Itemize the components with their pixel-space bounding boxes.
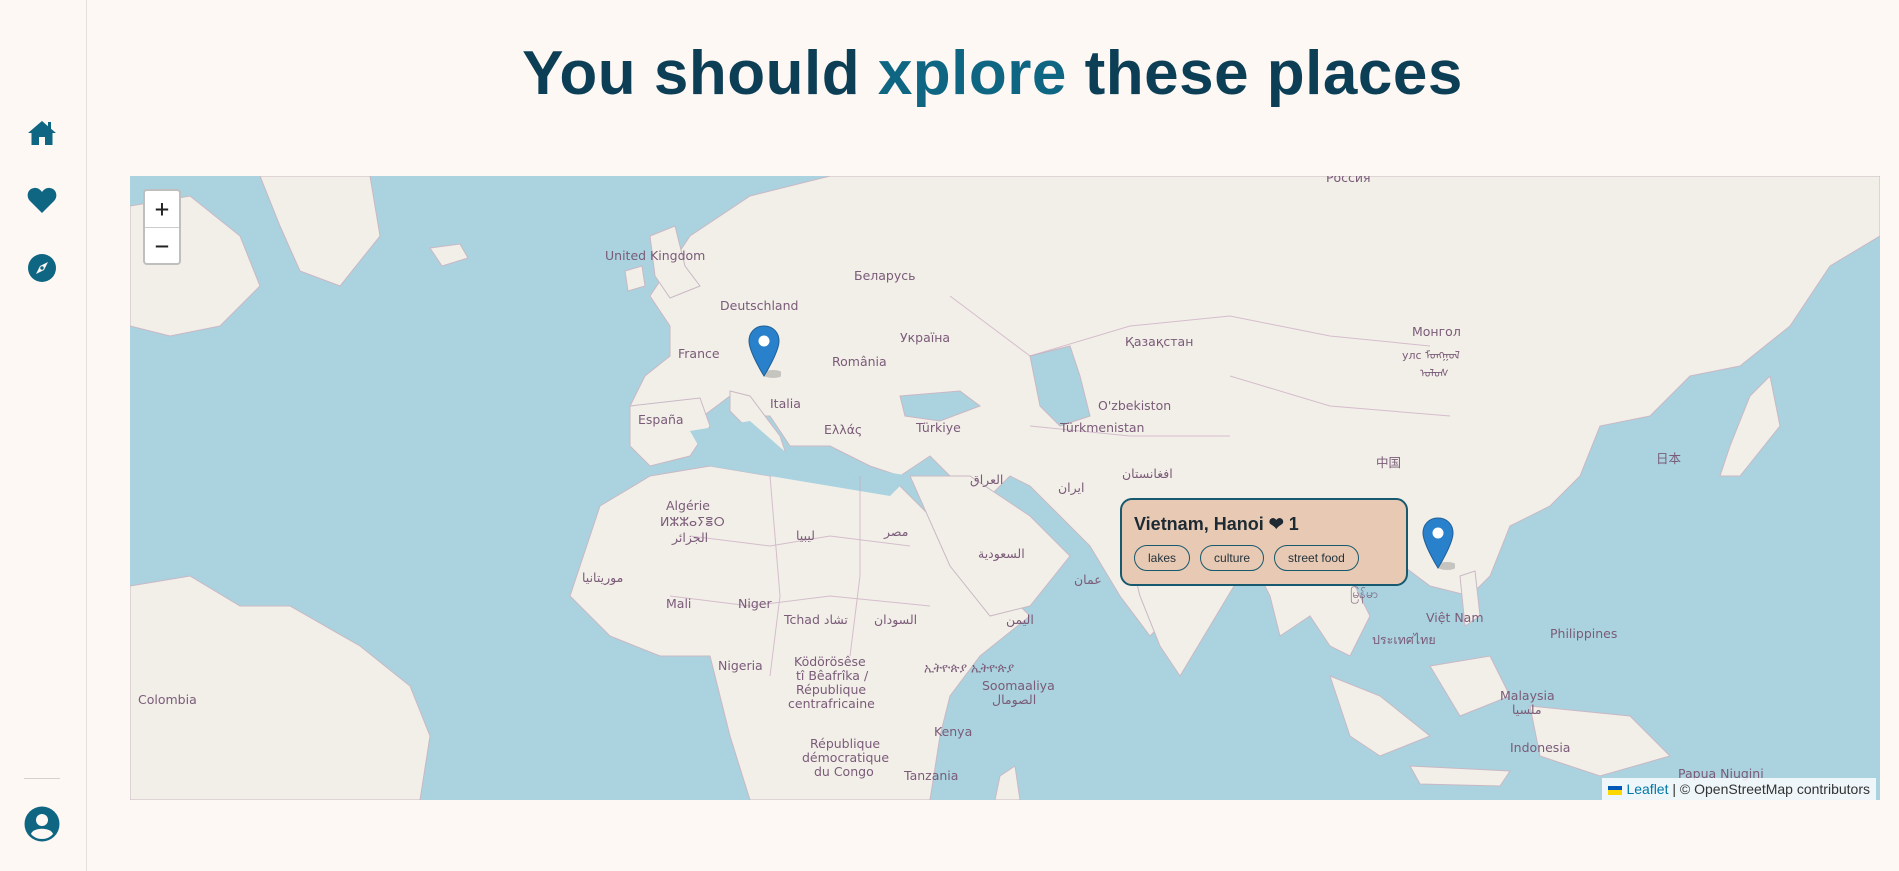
zoom-in-button[interactable]: +	[145, 191, 179, 228]
map-label: Ködörösêse	[794, 654, 866, 669]
map-label: Malaysia	[1500, 688, 1555, 703]
map-label: O'zbekiston	[1098, 398, 1172, 413]
sidebar-item-home[interactable]	[24, 115, 60, 151]
map-label: موريتانيا	[582, 570, 624, 585]
title-accent-word: xplore	[877, 39, 1067, 108]
world-map[interactable]: United Kingdom Deutschland Беларусь Fran…	[130, 176, 1880, 800]
map-label: Tchad تشاد	[784, 612, 848, 627]
sidebar-item-profile[interactable]	[23, 805, 61, 843]
map-label: 中国	[1376, 455, 1402, 470]
map-label: Algérie	[666, 498, 710, 513]
sidebar-divider	[24, 778, 60, 779]
map-label: tî Bêafrîka /	[796, 668, 869, 683]
map-label: United Kingdom	[605, 248, 706, 263]
zoom-control: + −	[143, 189, 181, 265]
map-label: ประเทศไทย	[1372, 632, 1436, 647]
tag-chip[interactable]: lakes	[1134, 545, 1191, 571]
map-label: Қазақстан	[1125, 334, 1194, 349]
map-label: Россия	[1326, 176, 1371, 185]
map-label: Soomaaliya	[982, 678, 1055, 693]
map-label: ایران	[1058, 480, 1085, 495]
map-label: الصومال	[992, 692, 1037, 707]
title-text-end: these places	[1066, 39, 1463, 108]
map-label: Монгол	[1412, 324, 1461, 339]
home-icon	[28, 121, 56, 145]
map-label: Kenya	[934, 724, 973, 739]
map-label: اليمن	[1006, 612, 1034, 627]
place-popup[interactable]: Vietnam, Hanoi ❤ 1 lakes culture street …	[1120, 498, 1408, 586]
ukraine-flag-icon	[1608, 785, 1623, 795]
map-label: السعودية	[978, 546, 1025, 561]
map-label: ኢትዮጵያ ኢትዮጵያ	[924, 660, 1015, 675]
map-label: افغانستان	[1122, 466, 1173, 481]
zoom-out-button[interactable]: −	[145, 228, 179, 264]
sidebar	[0, 0, 87, 871]
map-label: Türkmenistan	[1060, 420, 1145, 435]
page-title: You should xplore these places	[86, 38, 1899, 109]
map-label: Niger	[738, 596, 772, 611]
map-marker-italy[interactable]	[747, 324, 783, 380]
map-marker-hanoi[interactable]	[1421, 516, 1457, 572]
map-label: România	[832, 354, 887, 369]
map-label: España	[638, 412, 684, 427]
map-label: démocratique	[802, 750, 890, 765]
map-label: العراق	[970, 472, 1004, 487]
map-label: Tanzania	[904, 768, 959, 783]
map-label: Deutschland	[720, 298, 799, 313]
map-label: Ελλάς	[824, 422, 863, 437]
map-label: Việt Nam	[1426, 610, 1484, 625]
map-label: Philippines	[1550, 626, 1618, 641]
map-label: République	[796, 682, 867, 697]
sidebar-item-explore[interactable]	[24, 250, 60, 286]
map-label: Türkiye	[916, 420, 961, 435]
leaflet-link[interactable]: Leaflet	[1626, 781, 1668, 797]
map-pin-icon	[1422, 517, 1457, 570]
map-label: မြန်မာ	[1350, 586, 1378, 601]
attribution-text: | © OpenStreetMap contributors	[1668, 781, 1870, 797]
map-label: Mali	[666, 596, 692, 611]
map-label: République	[810, 736, 881, 751]
map-label: Colombia	[138, 692, 197, 707]
popup-title: Vietnam, Hanoi ❤ 1	[1134, 514, 1299, 534]
title-text-start: You should	[522, 39, 878, 108]
tag-chip[interactable]: culture	[1200, 545, 1265, 571]
map-label: الجزائر	[672, 530, 709, 545]
user-circle-icon	[24, 806, 60, 842]
map-label: السودان	[874, 612, 918, 627]
map-label: улс ᠮᠤᠩᠭᠤᠯ	[1402, 349, 1460, 362]
map-label: 日本	[1656, 451, 1682, 466]
map-label: Italia	[770, 396, 801, 411]
map-label: ليبيا	[796, 528, 815, 543]
map-attribution: Leaflet | © OpenStreetMap contributors	[1602, 778, 1876, 800]
popup-tags: lakes culture street food	[1134, 545, 1394, 571]
tag-chip[interactable]: street food	[1274, 545, 1359, 571]
map-label: مصر	[884, 524, 909, 539]
map-pin-icon	[748, 325, 783, 378]
map-label: du Congo	[814, 764, 874, 779]
map-label: Nigeria	[718, 658, 763, 673]
compass-icon	[28, 254, 56, 282]
map-label: ᠤᠯᠤᠰ	[1420, 367, 1449, 380]
map-label: centrafricaine	[788, 696, 875, 711]
map-label: Indonesia	[1510, 740, 1571, 755]
map-label: ⵍⵣⵣⴰⵢⴻⵔ	[660, 514, 725, 529]
heart-icon	[27, 187, 57, 213]
map-label: Україна	[900, 330, 951, 345]
map-label: Беларусь	[854, 268, 916, 283]
sidebar-item-favorites[interactable]	[24, 182, 60, 218]
map-label: عمان	[1074, 572, 1102, 587]
map-label: ملسيا	[1512, 702, 1542, 717]
map-label: France	[678, 346, 720, 361]
